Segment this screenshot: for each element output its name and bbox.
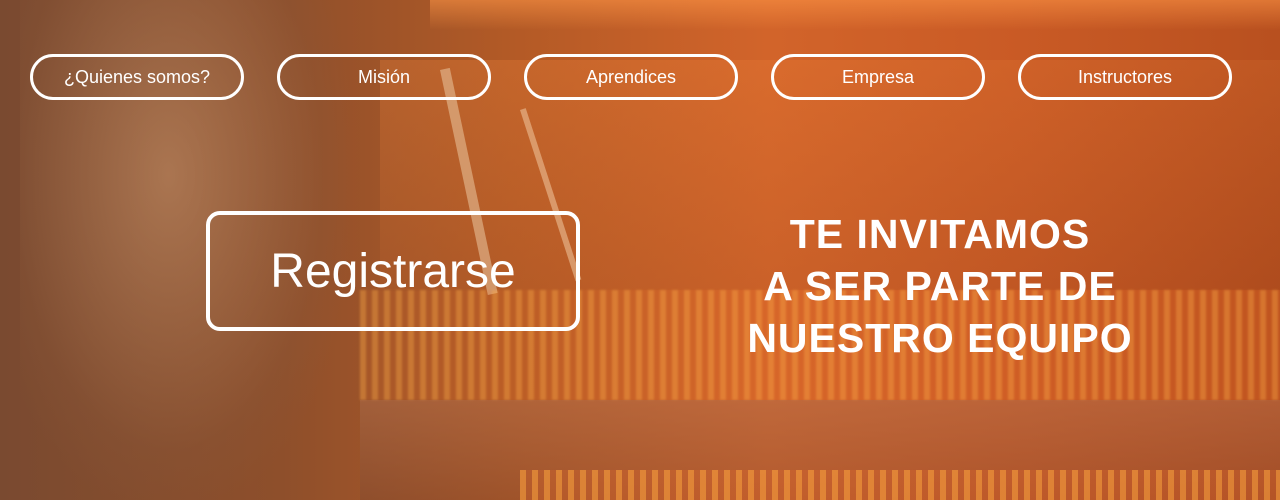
register-button-label: Registrarse bbox=[270, 244, 516, 298]
background-glow-bottom bbox=[520, 470, 1280, 500]
headline-line: TE INVITAMOS bbox=[789, 211, 1091, 257]
headline-line: NUESTRO EQUIPO bbox=[747, 315, 1133, 361]
headline-line: A SER PARTE DE bbox=[763, 263, 1117, 309]
hero-banner: ¿Quienes somos? Misión Aprendices Empres… bbox=[0, 0, 1280, 500]
register-button[interactable]: Registrarse bbox=[206, 211, 580, 331]
background-glow-top bbox=[430, 0, 1280, 30]
nav-button-mision[interactable]: Misión bbox=[277, 54, 491, 100]
nav-button-label: ¿Quienes somos? bbox=[63, 66, 211, 87]
nav-button-label: Aprendices bbox=[585, 66, 677, 87]
nav-button-label: Empresa bbox=[841, 66, 915, 87]
nav-button-quienes-somos[interactable]: ¿Quienes somos? bbox=[30, 54, 244, 100]
hero-headline: TE INVITAMOS A SER PARTE DE NUESTRO EQUI… bbox=[680, 208, 1200, 364]
nav-button-aprendices[interactable]: Aprendices bbox=[524, 54, 738, 100]
nav-button-instructores[interactable]: Instructores bbox=[1018, 54, 1232, 100]
nav-button-label: Instructores bbox=[1077, 66, 1173, 87]
nav-button-empresa[interactable]: Empresa bbox=[771, 54, 985, 100]
nav-button-label: Misión bbox=[357, 66, 410, 87]
